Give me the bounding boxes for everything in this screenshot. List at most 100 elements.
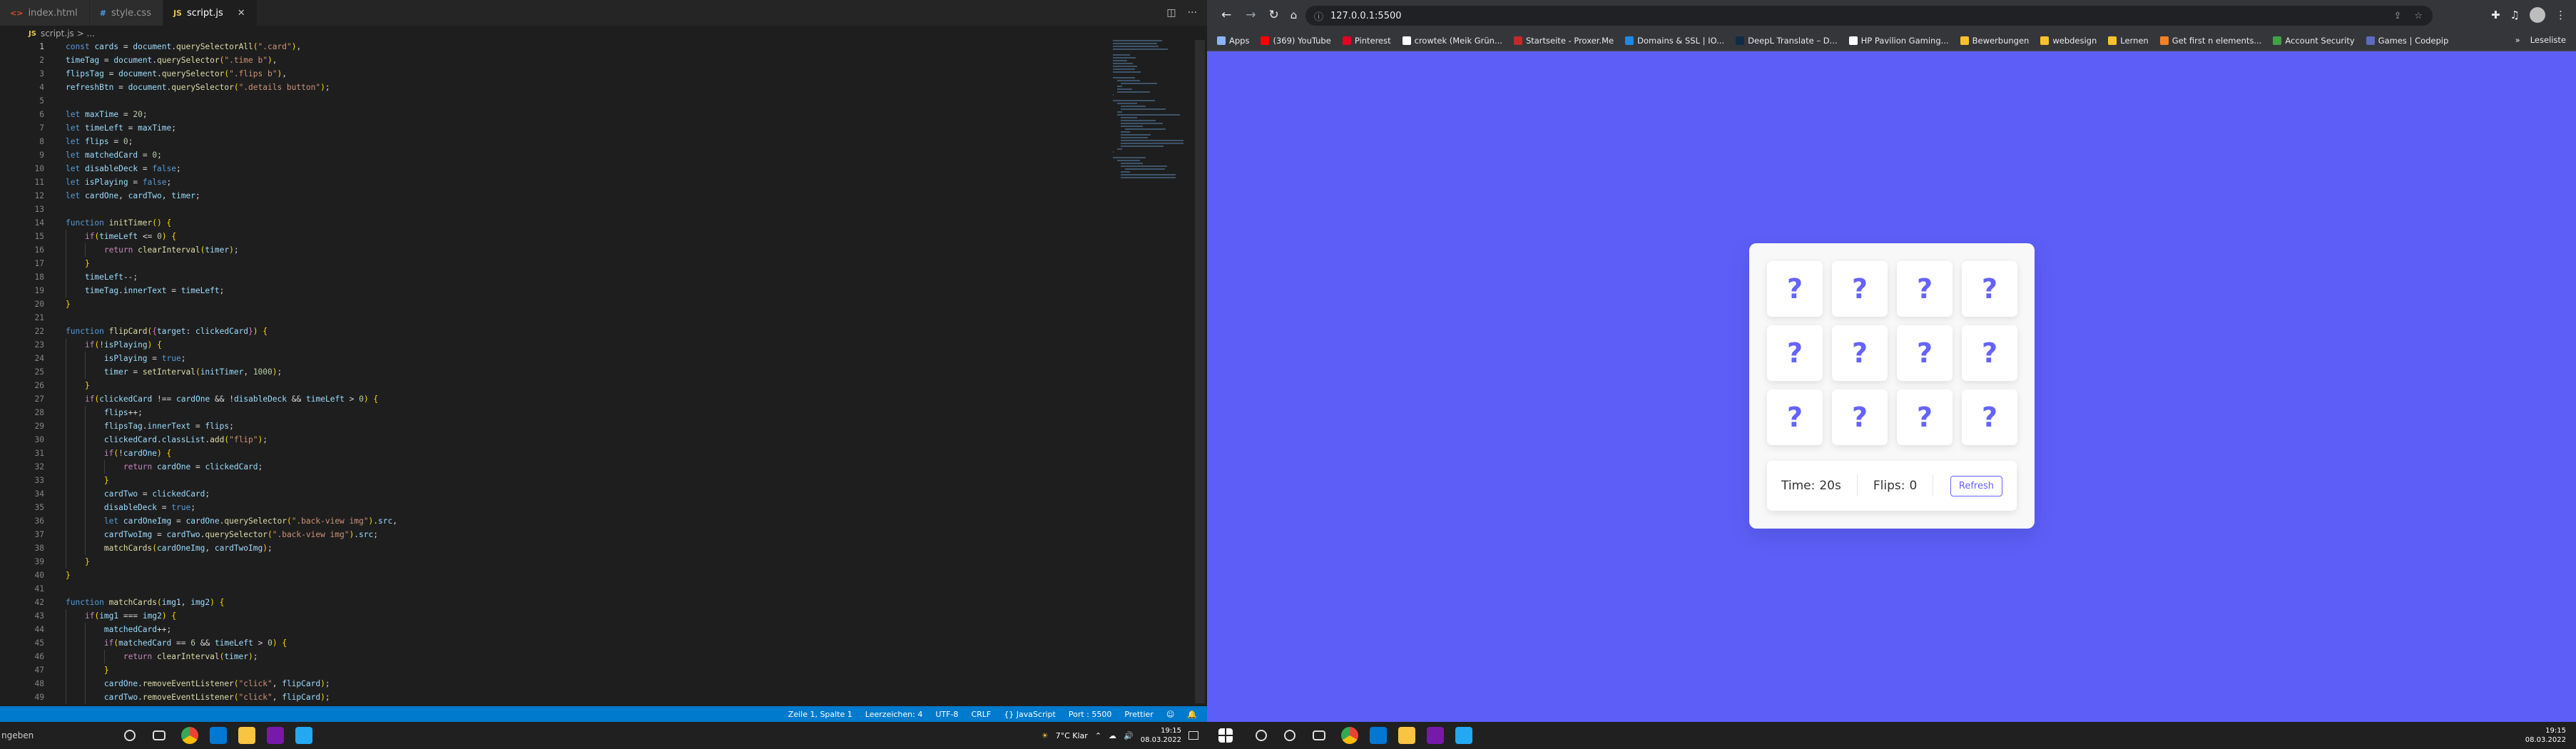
- code-line[interactable]: cardTwo.removeEventListener("click", fli…: [66, 691, 1093, 704]
- code-line[interactable]: [66, 582, 1093, 596]
- search-icon[interactable]: [1256, 730, 1267, 741]
- tray-chevron-icon[interactable]: ⌃: [1095, 731, 1101, 740]
- chrome-icon[interactable]: [181, 727, 198, 744]
- bookmark-item[interactable]: Bewerbungen: [1960, 36, 2029, 46]
- back-icon[interactable]: ←: [1221, 8, 1231, 22]
- task-view-icon[interactable]: [153, 730, 166, 740]
- memory-card[interactable]: ?: [1962, 261, 2017, 317]
- code-line[interactable]: flips++;: [66, 406, 1093, 419]
- code-line[interactable]: let flips = 0;: [66, 135, 1093, 148]
- onenote-icon[interactable]: [1427, 727, 1444, 744]
- status-language[interactable]: {} JavaScript: [1004, 710, 1056, 719]
- url-text[interactable]: 127.0.0.1:5500: [1330, 11, 1402, 21]
- code-line[interactable]: let cardOneImg = cardOne.querySelector("…: [66, 514, 1093, 528]
- notifications-icon[interactable]: 🔔: [1187, 710, 1197, 719]
- bookmark-item[interactable]: Get first n elements...: [2159, 36, 2261, 46]
- reload-icon[interactable]: ↻: [1269, 8, 1279, 22]
- code-line[interactable]: }: [66, 257, 1093, 270]
- code-line[interactable]: if(!cardOne) {: [66, 447, 1093, 460]
- onenote-icon[interactable]: [267, 727, 284, 744]
- vscode-icon[interactable]: [295, 727, 312, 744]
- code-line[interactable]: return clearInterval(timer);: [66, 650, 1093, 663]
- memory-card[interactable]: ?: [1832, 325, 1888, 381]
- more-bookmarks-icon[interactable]: »: [2515, 35, 2520, 45]
- bookmark-item[interactable]: HP Pavilion Gaming...: [1848, 36, 1949, 46]
- memory-card[interactable]: ?: [1897, 261, 1953, 317]
- address-bar[interactable]: ⓘ 127.0.0.1:5500 ⇪ ☆: [1305, 6, 2433, 26]
- code-line[interactable]: isPlaying = true;: [66, 352, 1093, 365]
- search-box[interactable]: ngeben: [0, 730, 107, 740]
- code-line[interactable]: refreshBtn = document.querySelector(".de…: [66, 81, 1093, 94]
- code-line[interactable]: function flipCard({target: clickedCard})…: [66, 325, 1093, 338]
- code-line[interactable]: }: [66, 555, 1093, 569]
- cortana-icon[interactable]: [1284, 730, 1295, 741]
- tab-index-html[interactable]: <> index.html: [0, 0, 90, 26]
- code-line[interactable]: timeLeft--;: [66, 270, 1093, 284]
- code-line[interactable]: cardTwoImg = cardTwo.querySelector(".bac…: [66, 528, 1093, 541]
- cloud-icon[interactable]: ☁: [1109, 731, 1116, 740]
- code-line[interactable]: matchedCard++;: [66, 623, 1093, 636]
- reading-list[interactable]: Leseliste: [2530, 35, 2566, 45]
- memory-card[interactable]: ?: [1832, 389, 1888, 445]
- code-line[interactable]: if(matchedCard == 6 && timeLeft > 0) {: [66, 636, 1093, 650]
- memory-card[interactable]: ?: [1897, 325, 1953, 381]
- split-editor-icon[interactable]: ◫: [1166, 7, 1176, 19]
- editor-scrollbar[interactable]: [1195, 40, 1205, 704]
- code-line[interactable]: let maxTime = 20;: [66, 108, 1093, 121]
- code-area[interactable]: const cards = document.querySelectorAll(…: [66, 40, 1093, 704]
- bookmark-item[interactable]: Apps: [1217, 36, 1249, 46]
- memory-card[interactable]: ?: [1962, 389, 2017, 445]
- code-line[interactable]: timer = setInterval(initTimer, 1000);: [66, 365, 1093, 379]
- code-line[interactable]: }: [66, 474, 1093, 487]
- bookmark-item[interactable]: crowtek (Meik Grün...: [1402, 36, 1502, 46]
- code-line[interactable]: timeTag = document.querySelector(".time …: [66, 54, 1093, 67]
- mail-icon[interactable]: [1370, 727, 1387, 744]
- code-line[interactable]: flipsTag.innerText = flips;: [66, 419, 1093, 433]
- bookmark-item[interactable]: Domains & SSL | IO...: [1625, 36, 1724, 46]
- breadcrumb[interactable]: JS script.js > ...: [0, 26, 1207, 41]
- code-line[interactable]: matchCards(cardOneImg, cardTwoImg);: [66, 541, 1093, 555]
- code-line[interactable]: cardTwo = clickedCard;: [66, 487, 1093, 501]
- code-line[interactable]: }: [66, 663, 1093, 677]
- code-line[interactable]: let isPlaying = false;: [66, 175, 1093, 189]
- info-icon[interactable]: ⓘ: [1314, 9, 1323, 23]
- memory-card[interactable]: ?: [1897, 389, 1953, 445]
- weather-text[interactable]: 7°C Klar: [1056, 731, 1088, 740]
- minimap[interactable]: [1113, 40, 1184, 183]
- file-explorer-icon[interactable]: [1398, 727, 1415, 744]
- bookmark-item[interactable]: webdesign: [2040, 36, 2097, 46]
- status-cursor-position[interactable]: Zeile 1, Spalte 1: [788, 710, 852, 719]
- code-line[interactable]: let timeLeft = maxTime;: [66, 121, 1093, 135]
- code-line[interactable]: }: [66, 297, 1093, 311]
- refresh-button[interactable]: Refresh: [1950, 475, 2002, 496]
- share-icon[interactable]: ⇪: [2393, 11, 2401, 21]
- code-line[interactable]: let matchedCard = 0;: [66, 148, 1093, 162]
- memory-card[interactable]: ?: [1767, 261, 1823, 317]
- clock[interactable]: 19:15 08.03.2022: [2525, 726, 2576, 745]
- bookmark-item[interactable]: Account Security: [2273, 36, 2355, 46]
- code-line[interactable]: }: [66, 569, 1093, 582]
- code-line[interactable]: }: [66, 379, 1093, 392]
- code-line[interactable]: disableDeck = true;: [66, 501, 1093, 514]
- memory-card[interactable]: ?: [1832, 261, 1888, 317]
- code-line[interactable]: clickedCard.classList.add("flip");: [66, 433, 1093, 447]
- memory-card[interactable]: ?: [1767, 389, 1823, 445]
- memory-card[interactable]: ?: [1767, 325, 1823, 381]
- code-line[interactable]: if(timeLeft <= 0) {: [66, 230, 1093, 243]
- clock[interactable]: 19:15 08.03.2022: [1141, 726, 1181, 745]
- code-line[interactable]: let disableDeck = false;: [66, 162, 1093, 175]
- feedback-icon[interactable]: ☺: [1166, 710, 1174, 719]
- status-encoding[interactable]: UTF-8: [935, 710, 958, 719]
- media-icon[interactable]: ♫: [2510, 9, 2520, 21]
- code-line[interactable]: [66, 203, 1093, 216]
- speaker-icon[interactable]: 🔊: [1124, 731, 1134, 740]
- tab-script-js[interactable]: JS script.js ✕: [163, 0, 258, 26]
- home-icon[interactable]: ⌂: [1290, 9, 1298, 21]
- code-line[interactable]: cardOne.removeEventListener("click", fli…: [66, 677, 1093, 691]
- mail-icon[interactable]: [210, 727, 227, 744]
- status-live-server[interactable]: Port : 5500: [1069, 710, 1112, 719]
- code-line[interactable]: [66, 311, 1093, 325]
- code-line[interactable]: return cardOne = clickedCard;: [66, 460, 1093, 474]
- code-line[interactable]: if(!isPlaying) {: [66, 338, 1093, 352]
- code-line[interactable]: return clearInterval(timer);: [66, 243, 1093, 257]
